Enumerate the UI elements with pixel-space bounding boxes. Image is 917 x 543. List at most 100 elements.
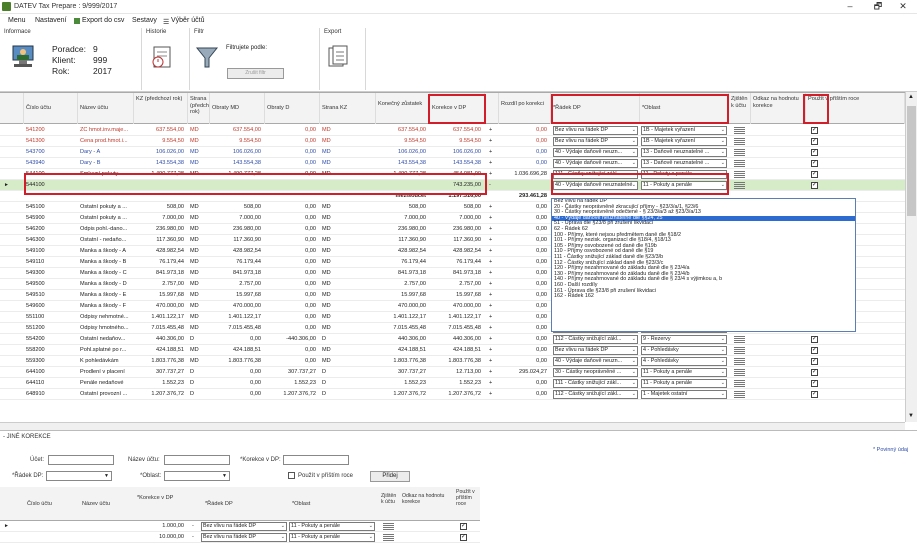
account-input[interactable] — [48, 455, 114, 465]
found-lines-icon[interactable] — [734, 171, 745, 178]
cell-sign[interactable]: + — [487, 136, 497, 146]
cell-sign[interactable]: + — [487, 268, 497, 278]
header-side-prev[interactable]: Strana (předchozí rok) — [188, 93, 210, 124]
cell-correction[interactable]: 7.015.455,48 — [430, 323, 483, 333]
cell-correction[interactable]: 1.552,23 — [430, 378, 483, 388]
table-row[interactable]: 10.000,00- Bez vlivu na řádek DP ⌄ 11 - Pok… — [0, 532, 480, 543]
cell-correction[interactable]: 470.000,00 — [430, 301, 483, 311]
dp-line-combo[interactable]: Bez vlivu na řádek DP⌄ — [553, 137, 638, 146]
cell-sign[interactable]: + — [487, 312, 497, 322]
dp-line-combo[interactable]: 40 - Výdaje daňově neuzn... ⌄ — [553, 159, 638, 168]
found-lines-icon[interactable] — [734, 127, 745, 134]
table-row[interactable]: 554200 Ostatní nedaňov... 440.306,00 D 0,00 -… — [0, 334, 905, 345]
header-area[interactable]: *Oblast — [292, 501, 310, 507]
area-combo[interactable]: 1B - Majetek vyřazení ⌄ — [641, 137, 727, 146]
cell-sign[interactable]: + — [487, 301, 497, 311]
cell-sign[interactable]: + — [487, 213, 497, 223]
header-link[interactable]: Odkaz na hodnotu korekce — [751, 93, 806, 124]
cell-sign[interactable]: + — [487, 345, 497, 355]
cell-sign[interactable]: + — [487, 246, 497, 256]
cell-correction[interactable]: 508,00 — [430, 202, 483, 212]
use-next-year-checkbox[interactable]: ✓ — [811, 138, 818, 145]
dp-line-combo[interactable]: 40 - Výdaje daňově neuznatelné ⌄ — [553, 181, 638, 190]
found-lines-icon[interactable] — [734, 160, 745, 167]
header-use-next-year[interactable]: Použít v příštím roce — [806, 93, 905, 124]
area-combo[interactable]: 11 - Pokuty a penále ⌄ — [641, 181, 727, 190]
use-next-year-checkbox[interactable]: ✓ — [811, 182, 818, 189]
use-next-year-checkbox[interactable]: ✓ — [460, 523, 467, 530]
header-side-kz[interactable]: Strana KZ — [320, 93, 376, 124]
add-button[interactable]: Přidej — [370, 471, 410, 482]
menu-item-export-csv[interactable]: Export do csv — [82, 17, 124, 24]
dp-line-combo[interactable]: 111 - Částky snižující zákl... ⌄ — [553, 379, 638, 388]
cell-correction[interactable]: 9.554,50 — [430, 136, 483, 146]
area-combo[interactable]: 11 - Pokuty a penále ⌄ — [641, 170, 727, 179]
cell-sign[interactable]: + — [487, 257, 497, 267]
cell-sign[interactable]: + — [487, 235, 497, 245]
area-combo[interactable]: 4 - Pohledávky ⌄ — [641, 357, 727, 366]
dropdown-option[interactable]: 162 - Řádek 162 — [552, 293, 855, 300]
cell-sign[interactable]: + — [487, 290, 497, 300]
cell-correction[interactable]: 743.235,00 — [430, 180, 483, 190]
area-combo[interactable]: 1 - Majetek ostatní ⌄ — [641, 390, 727, 399]
header-correction[interactable]: *Korekce v DP — [137, 495, 177, 501]
table-row[interactable]: 541200 ZC hmot.inv.maje... 637.554,00 MD 637… — [0, 125, 905, 136]
use-next-year-checkbox[interactable]: ✓ — [811, 127, 818, 134]
header-account-number[interactable]: Číslo účtu — [27, 501, 52, 507]
header-dp-line[interactable]: *Řádek DP — [205, 501, 233, 507]
clear-filter-button[interactable]: Zrušit filtr — [227, 68, 284, 79]
cell-sign[interactable]: + — [487, 147, 497, 157]
dp-line-combo[interactable]: 112 - Částky snižující zákl... ⌄ — [553, 335, 638, 344]
header-difference[interactable]: Rozdíl po korekci — [499, 93, 551, 124]
found-lines-icon[interactable] — [734, 149, 745, 156]
table-row[interactable]: 558200 Pohl.splatné po r... 424.188,51 MD 42… — [0, 345, 905, 356]
area-combo[interactable]: 11 - Pokuty a penále ⌄ — [289, 533, 375, 542]
table-row[interactable]: 543940 Dary - B 143.554,38 MD 143.554,38 0,00… — [0, 158, 905, 169]
cell-correction[interactable]: 1.197.316,00 — [430, 191, 483, 201]
use-next-year-checkbox[interactable]: ✓ — [811, 149, 818, 156]
cell-sign[interactable]: + — [487, 389, 497, 399]
table-row[interactable]: 644100 Prodlení v placení 307.737,27 D 0,00 3… — [0, 367, 905, 378]
found-lines-icon[interactable] — [383, 534, 394, 541]
found-lines-icon[interactable] — [383, 523, 394, 530]
use-next-year-checkbox[interactable]: ✓ — [811, 358, 818, 365]
cell-correction[interactable]: 12.713,00 — [430, 367, 483, 377]
filter-icon[interactable] — [195, 45, 219, 71]
cell-correction[interactable]: 1.803.776,38 — [430, 356, 483, 366]
dp-line-combo[interactable]: Bez vlivu na řádek DP⌄ — [201, 533, 287, 542]
dp-line-dropdown-list[interactable]: Bez vlivu na řádek DP 20 - Částky neopráv… — [551, 198, 856, 332]
area-combo[interactable]: 4 - Pohledávky ⌄ — [641, 346, 727, 355]
area-combo[interactable]: 1B - Majetek vyřazení ⌄ — [641, 126, 727, 135]
cell-sign[interactable]: + — [487, 169, 497, 179]
table-row[interactable]: 543700 Dary - A 106.026,00 MD 106.026,00 0,00… — [0, 147, 905, 158]
cell-sign[interactable]: - — [487, 180, 497, 190]
cell-correction[interactable]: 428.982,54 — [430, 246, 483, 256]
area-select[interactable]: ▼ — [164, 471, 230, 481]
found-lines-icon[interactable] — [734, 182, 745, 189]
dp-line-combo[interactable]: 112 - Částky snižující zákl... ⌄ — [553, 390, 638, 399]
menu-item-reports[interactable]: Sestavy — [132, 17, 157, 24]
header-turnover-d[interactable]: Obraty D — [265, 93, 320, 124]
dp-line-combo[interactable]: Bez vlivu na řádek DP⌄ — [201, 522, 287, 531]
cell-correction[interactable]: 143.554,38 — [430, 158, 483, 168]
header-account-number[interactable]: Číslo účtu — [24, 93, 78, 124]
cell-sign[interactable]: + — [487, 334, 497, 344]
found-lines-icon[interactable] — [734, 138, 745, 145]
minimize-button[interactable]: – — [836, 0, 864, 14]
close-button[interactable]: ✕ — [889, 0, 917, 14]
cell-sign[interactable]: - — [190, 532, 200, 542]
area-combo[interactable]: 9 - Rezervy ⌄ — [641, 335, 727, 344]
header-account-name[interactable]: Název účtu — [78, 93, 134, 124]
use-next-year-checkbox[interactable] — [288, 472, 295, 479]
use-next-year-checkbox[interactable]: ✓ — [811, 347, 818, 354]
cell-correction[interactable]: 15.997,68 — [430, 290, 483, 300]
export-icon[interactable] — [326, 44, 350, 70]
correction-input[interactable] — [283, 455, 349, 465]
table-row[interactable]: 544100 Smluvní pokuty 1.490.777,28 MD 1.490.… — [0, 169, 905, 180]
menu-item-menu[interactable]: Menu — [8, 17, 26, 24]
table-row[interactable]: ► 544100 743.235,00- 40 - Výdaje daňově neu… — [0, 180, 905, 191]
area-combo[interactable]: 11 - Pokuty a penále ⌄ — [289, 522, 375, 531]
dp-line-combo[interactable]: 111 - Částky snižující zákl... ⌄ — [553, 170, 638, 179]
use-next-year-checkbox[interactable]: ✓ — [811, 380, 818, 387]
header-final-balance[interactable]: Konečný zůstatek — [376, 93, 430, 124]
